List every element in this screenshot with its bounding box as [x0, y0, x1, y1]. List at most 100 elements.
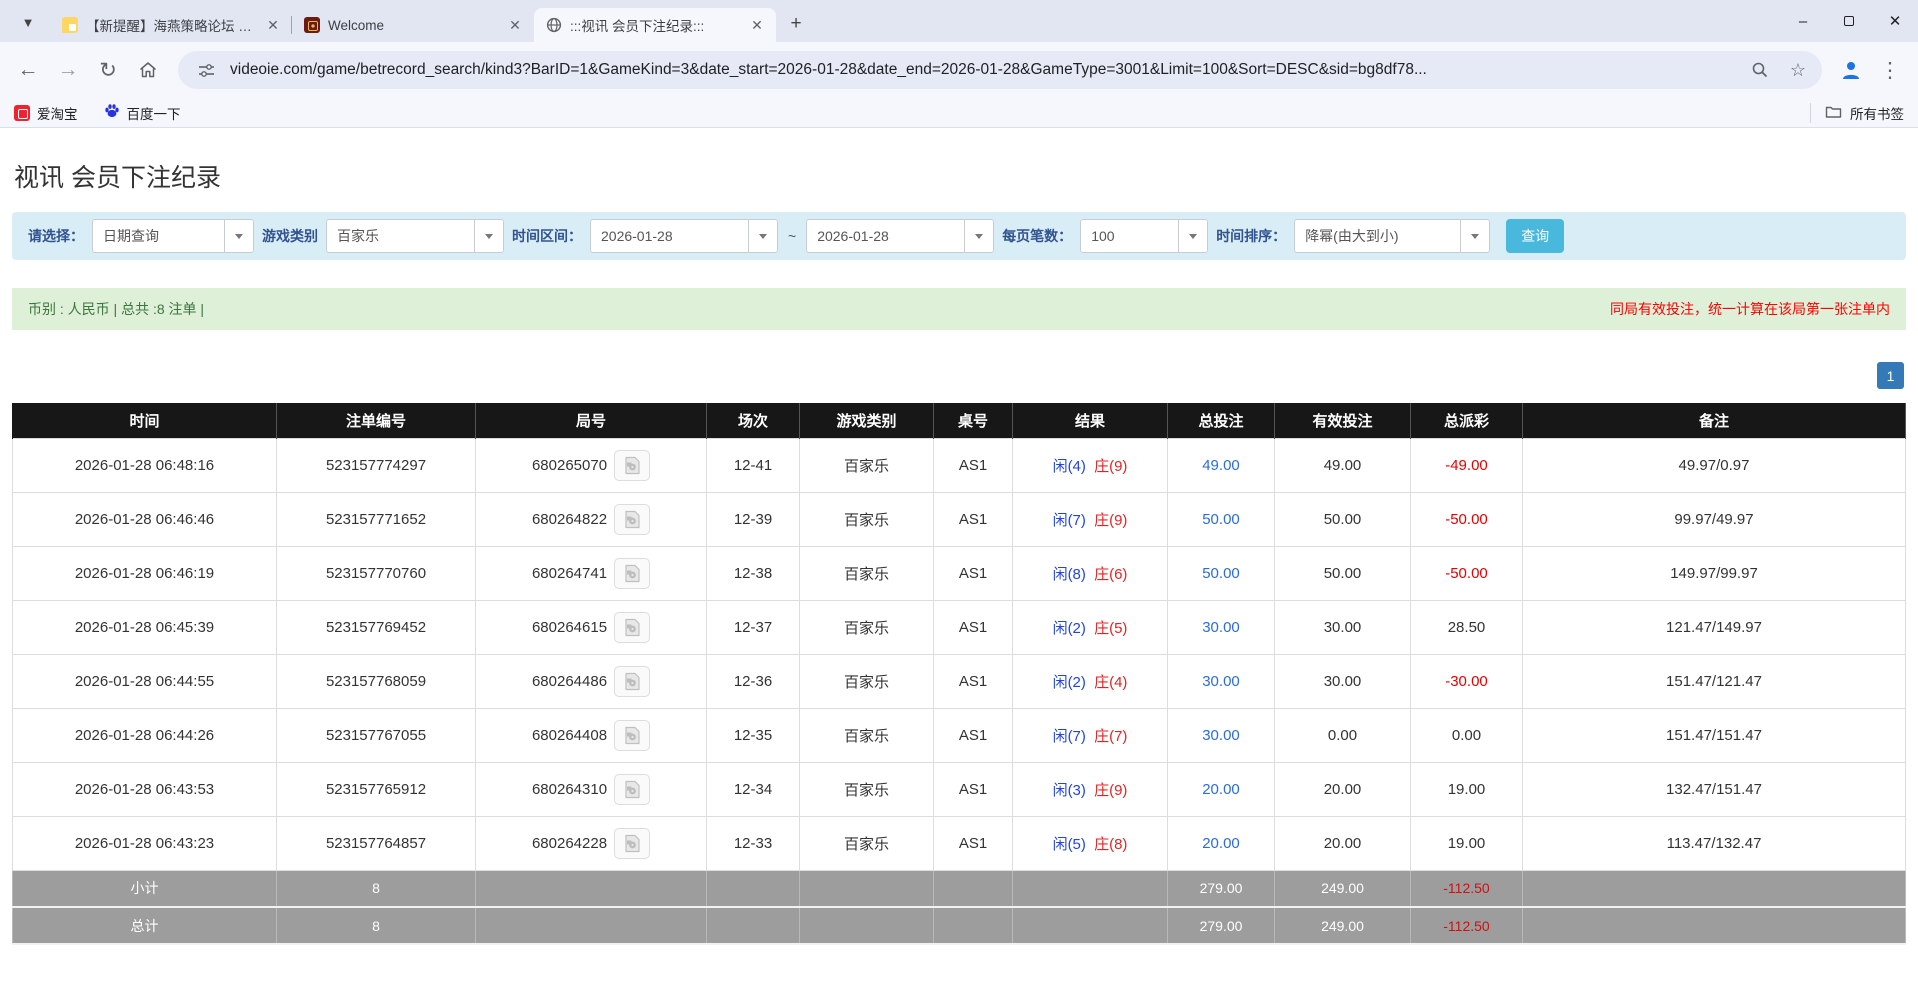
forward-icon[interactable]: → — [50, 52, 86, 88]
cell-payout: 0.00 — [1451, 726, 1482, 744]
col-note: 备注 — [1522, 403, 1906, 438]
table-row: 2026-01-28 06:45:39 523157769452 6802646… — [12, 599, 1906, 655]
chevron-down-icon[interactable] — [1178, 220, 1208, 252]
cell-valid-bet: 50.00 — [1274, 491, 1411, 547]
result-player: 闲(5) — [1052, 835, 1086, 853]
baidu-paw-icon — [104, 103, 120, 122]
tab-forum[interactable]: 【新提醒】海燕策略论坛 - 综合 ✕ — [50, 8, 292, 42]
page-1-button[interactable]: 1 — [1877, 362, 1904, 389]
welcome-favicon-icon — [304, 17, 320, 33]
chevron-down-icon[interactable] — [748, 220, 777, 252]
url-bar[interactable]: videoie.com/game/betrecord_search/kind3?… — [178, 51, 1822, 89]
cell-valid-bet: 20.00 — [1274, 815, 1411, 871]
cell-table: AS1 — [933, 599, 1013, 655]
bookmark-aitaobao[interactable]: 爱淘宝 — [14, 103, 78, 123]
maximize-button[interactable] — [1826, 0, 1872, 42]
chevron-down-icon[interactable] — [474, 220, 503, 252]
cell-time: 2026-01-28 06:44:55 — [12, 653, 277, 709]
query-type-select[interactable]: 日期查询 — [92, 219, 254, 253]
video-replay-icon[interactable] — [614, 503, 651, 535]
tab-search-chevron-icon[interactable]: ▼ — [14, 8, 42, 36]
cell-total-bet-link[interactable]: 20.00 — [1202, 781, 1240, 798]
forum-favicon-icon — [62, 17, 78, 33]
chevron-down-icon[interactable] — [224, 220, 253, 252]
menu-kebab-icon[interactable]: ⋮ — [1872, 52, 1908, 88]
bookmark-baidu[interactable]: 百度一下 — [104, 103, 181, 123]
result-player: 闲(4) — [1052, 457, 1086, 475]
all-bookmarks-label: 所有书签 — [1850, 106, 1904, 122]
video-replay-icon[interactable] — [614, 719, 651, 751]
cell-note: 132.47/151.47 — [1522, 761, 1906, 817]
tab-title: :::视讯 会员下注纪录::: — [570, 19, 705, 34]
cell-table: AS1 — [933, 491, 1013, 547]
cell-session: 12-37 — [706, 599, 800, 655]
date-end-input[interactable]: 2026-01-28 — [806, 219, 995, 253]
subtotal-label: 小计 — [12, 869, 277, 908]
cell-session: 12-41 — [706, 437, 800, 493]
all-bookmarks[interactable]: 所有书签 — [1810, 102, 1904, 123]
table-row: 2026-01-28 06:44:55 523157768059 6802644… — [12, 653, 1906, 709]
date-start-input[interactable]: 2026-01-28 — [590, 219, 778, 253]
site-settings-icon[interactable] — [192, 56, 220, 84]
cell-bet-no: 523157765912 — [276, 761, 476, 817]
cell-note: 99.97/49.97 — [1522, 491, 1906, 547]
cell-total-bet-link[interactable]: 30.00 — [1202, 673, 1240, 690]
tab-close-icon[interactable]: ✕ — [264, 16, 282, 34]
cell-game: 百家乐 — [799, 491, 934, 547]
back-icon[interactable]: ← — [10, 52, 46, 88]
url-text[interactable]: videoie.com/game/betrecord_search/kind3?… — [230, 61, 1736, 79]
cell-total-bet-link[interactable]: 49.00 — [1202, 457, 1240, 474]
cell-round: 680265070 — [531, 456, 608, 474]
video-replay-icon[interactable] — [614, 773, 651, 805]
cell-note: 121.47/149.97 — [1522, 599, 1906, 655]
video-replay-icon[interactable] — [614, 665, 651, 697]
home-icon[interactable] — [130, 52, 166, 88]
video-replay-icon[interactable] — [614, 827, 651, 859]
new-tab-button[interactable]: + — [782, 10, 810, 38]
table-row: 2026-01-28 06:46:19 523157770760 6802647… — [12, 545, 1906, 601]
date-start-value: 2026-01-28 — [601, 228, 673, 244]
per-page-select[interactable]: 100 — [1080, 219, 1209, 253]
minimize-button[interactable]: – — [1780, 0, 1826, 42]
cell-total-bet-link[interactable]: 30.00 — [1202, 619, 1240, 636]
window-close-button[interactable]: ✕ — [1872, 0, 1918, 42]
cell-game: 百家乐 — [799, 545, 934, 601]
profile-avatar-icon[interactable] — [1834, 53, 1868, 87]
game-type-label: 游戏类别 — [262, 228, 318, 244]
total-row: 总计 8 279.00 249.00 -112.50 — [12, 906, 1906, 945]
tab-bet-records[interactable]: :::视讯 会员下注纪录::: ✕ — [534, 8, 776, 42]
bookmark-star-icon[interactable]: ☆ — [1784, 56, 1812, 84]
zoom-icon[interactable] — [1746, 56, 1774, 84]
filter-bar: 请选择： 日期查询 游戏类别 百家乐 时间区间： 2026-01-28 ~ 20… — [12, 212, 1906, 260]
cell-total-bet-link[interactable]: 50.00 — [1202, 565, 1240, 582]
cell-total-bet-link[interactable]: 30.00 — [1202, 727, 1240, 744]
tab-welcome[interactable]: Welcome ✕ — [291, 8, 534, 42]
cell-valid-bet: 30.00 — [1274, 599, 1411, 655]
game-type-select[interactable]: 百家乐 — [326, 219, 504, 253]
cell-payout: 19.00 — [1447, 834, 1486, 852]
cell-total-bet-link[interactable]: 20.00 — [1202, 835, 1240, 852]
reload-icon[interactable]: ↻ — [90, 52, 126, 88]
video-replay-icon[interactable] — [614, 449, 651, 481]
chevron-down-icon[interactable] — [1460, 220, 1490, 252]
tab-close-icon[interactable]: ✕ — [748, 16, 766, 34]
cell-time: 2026-01-28 06:43:53 — [12, 761, 277, 817]
sort-select[interactable]: 降幂(由大到小) — [1294, 219, 1491, 253]
chevron-down-icon[interactable] — [964, 220, 994, 252]
search-button[interactable]: 查询 — [1506, 219, 1565, 253]
summary-bar: 币别 : 人民币 | 总共 :8 注单 | 同局有效投注，统一计算在该局第一张注… — [12, 288, 1906, 330]
result-player: 闲(2) — [1052, 619, 1086, 637]
result-player: 闲(8) — [1052, 565, 1086, 583]
cell-round: 680264310 — [531, 780, 608, 798]
cell-game: 百家乐 — [799, 437, 934, 493]
tab-close-icon[interactable]: ✕ — [506, 16, 524, 34]
window-controls: – ✕ — [1780, 0, 1918, 42]
cell-bet-no: 523157774297 — [276, 437, 476, 493]
video-replay-icon[interactable] — [614, 611, 651, 643]
cell-game: 百家乐 — [799, 653, 934, 709]
cell-valid-bet: 50.00 — [1274, 545, 1411, 601]
video-replay-icon[interactable] — [614, 557, 651, 589]
date-separator: ~ — [788, 228, 797, 244]
cell-total-bet-link[interactable]: 50.00 — [1202, 511, 1240, 528]
cell-time: 2026-01-28 06:43:23 — [12, 815, 277, 871]
